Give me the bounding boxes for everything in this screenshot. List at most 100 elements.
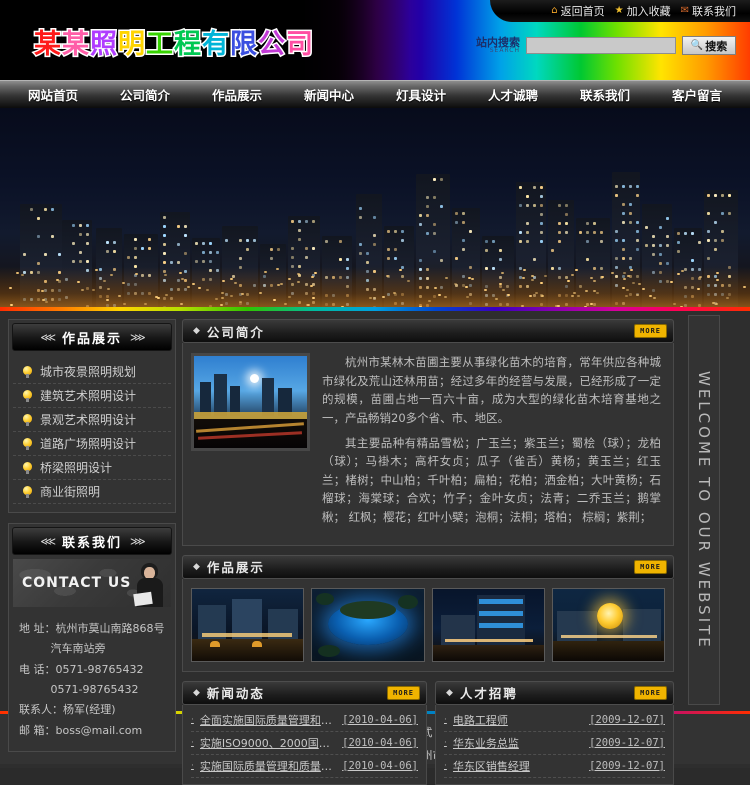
street-light: [239, 301, 242, 303]
window-light: [163, 225, 166, 228]
window-light: [209, 251, 212, 254]
window-light: [707, 212, 710, 215]
nav-item-0[interactable]: 网站首页: [7, 85, 99, 104]
window-light: [270, 248, 273, 251]
nav-item-4[interactable]: 灯具设计: [375, 85, 467, 104]
sidebar-works-item-0[interactable]: 城市夜景照明规划: [13, 360, 171, 384]
window-light: [540, 186, 543, 189]
jobs-list: · 电路工程师 [2009-12-07] · 华东业务总监 [2009-12-0…: [436, 705, 673, 784]
nav-item-6[interactable]: 联系我们: [559, 85, 651, 104]
window-light: [533, 258, 536, 261]
job-item-0[interactable]: · 电路工程师 [2009-12-07]: [444, 709, 665, 732]
street-light: [625, 295, 628, 297]
window-light: [629, 203, 632, 206]
sidebar-works-item-3[interactable]: 道路广场照明设计: [13, 432, 171, 456]
window-light: [519, 231, 522, 234]
job-item-2[interactable]: · 华东区销售经理 [2009-12-07]: [444, 755, 665, 778]
street-light: [230, 278, 233, 280]
sidebar-works-item-5[interactable]: 商业街照明: [13, 480, 171, 504]
hero-banner[interactable]: [0, 108, 750, 311]
search-button[interactable]: 🔍 搜索: [682, 36, 736, 55]
topbar-link-1[interactable]: ★ 加入收藏: [615, 3, 671, 19]
jobs-more-button[interactable]: MORE: [634, 686, 667, 700]
news-item-2[interactable]: · 实施国际质量管理和质量保证体系 [2010-04-06]: [191, 755, 418, 778]
works-thumb-2[interactable]: [432, 588, 545, 662]
window-light: [615, 194, 618, 197]
site-logo[interactable]: 某某照明工程有限公司: [34, 22, 314, 61]
window-light: [419, 223, 422, 226]
search-input[interactable]: [526, 37, 676, 54]
window-light: [714, 194, 717, 197]
window-light: [113, 241, 116, 244]
window-light: [691, 232, 694, 235]
street-light: [484, 289, 487, 291]
contact-row-5: 邮 箱：boss@mail.com: [19, 721, 169, 741]
topbar-link-2[interactable]: ✉ 联系我们: [681, 3, 736, 19]
window-light: [86, 224, 89, 227]
contact-row-value: 汽车南站旁: [50, 642, 105, 655]
works-thumb-1[interactable]: [311, 588, 424, 662]
window-light: [652, 235, 655, 238]
works-thumb-0[interactable]: [191, 588, 304, 662]
nav-item-3[interactable]: 新闻中心: [283, 85, 375, 104]
nav-item-7[interactable]: 客户留言: [651, 85, 743, 104]
company-intro-header: ◆ 公司简介 MORE: [182, 319, 674, 343]
works-thumb-3[interactable]: [552, 588, 665, 662]
top-utility-bar: ⌂ 返回首页 ★ 加入收藏 ✉ 联系我们: [490, 0, 750, 22]
window-light: [426, 205, 429, 208]
bulb-icon: [23, 438, 32, 450]
logo-char-6: 有: [202, 29, 230, 60]
window-light: [526, 240, 529, 243]
window-light: [163, 234, 166, 237]
site-header: ⌂ 返回首页 ★ 加入收藏 ✉ 联系我们 某某照明工程有限公司 站内搜索 SEA…: [0, 0, 750, 80]
logo-char-8: 公: [258, 29, 286, 60]
sidebar-works-item-2[interactable]: 景观艺术照明设计: [13, 408, 171, 432]
street-light: [399, 269, 402, 271]
company-intro-image[interactable]: [191, 353, 310, 451]
window-light: [565, 231, 568, 234]
topbar-link-0[interactable]: ⌂ 返回首页: [551, 3, 604, 19]
window-light: [373, 243, 376, 246]
street-light: [523, 269, 526, 271]
window-light: [426, 232, 429, 235]
window-light: [394, 230, 397, 233]
sidebar-works-item-1[interactable]: 建筑艺术照明设计: [13, 384, 171, 408]
street-light: [92, 289, 95, 291]
window-light: [72, 242, 75, 245]
news-item-0[interactable]: · 全面实施国际质量管理和质量保证体 [2010-04-06]: [191, 709, 418, 732]
nav-item-5[interactable]: 人才诚聘: [467, 85, 559, 104]
window-light: [177, 261, 180, 264]
street-light: [677, 273, 680, 275]
news-item-1[interactable]: · 实施ISO9000、2000国际质量管理和 [2010-04-06]: [191, 732, 418, 755]
contact-row-0: 地 址：杭州市莫山南路868号: [19, 619, 169, 639]
news-item-date: [2010-04-06]: [342, 760, 418, 772]
nav-item-1[interactable]: 公司简介: [99, 85, 191, 104]
window-light: [141, 247, 144, 250]
window-light: [540, 213, 543, 216]
intro-building: [214, 374, 227, 416]
window-light: [177, 225, 180, 228]
street-light: [611, 272, 614, 274]
window-light: [684, 232, 687, 235]
street-light: [593, 280, 596, 282]
contact-row-label: 地 址：: [19, 622, 56, 635]
works-gallery-more-button[interactable]: MORE: [634, 560, 667, 574]
street-light: [393, 292, 396, 294]
nav-item-2[interactable]: 作品展示: [191, 85, 283, 104]
news-more-button[interactable]: MORE: [387, 686, 420, 700]
news-item-title: 全面实施国际质量管理和质量保证体: [200, 712, 336, 728]
street-light: [590, 303, 593, 305]
window-light: [485, 249, 488, 252]
job-item-date: [2009-12-07]: [589, 714, 665, 726]
window-light: [636, 230, 639, 233]
window-light: [373, 216, 376, 219]
window-light: [253, 239, 256, 242]
sidebar-works-item-4[interactable]: 桥梁照明设计: [13, 456, 171, 480]
window-light: [499, 258, 502, 261]
diamond-bullet-icon: ◆: [193, 326, 200, 336]
window-light: [346, 258, 349, 261]
job-item-1[interactable]: · 华东业务总监 [2009-12-07]: [444, 732, 665, 755]
company-intro-more-button[interactable]: MORE: [634, 324, 667, 338]
window-light: [440, 259, 443, 262]
street-light: [502, 289, 505, 291]
